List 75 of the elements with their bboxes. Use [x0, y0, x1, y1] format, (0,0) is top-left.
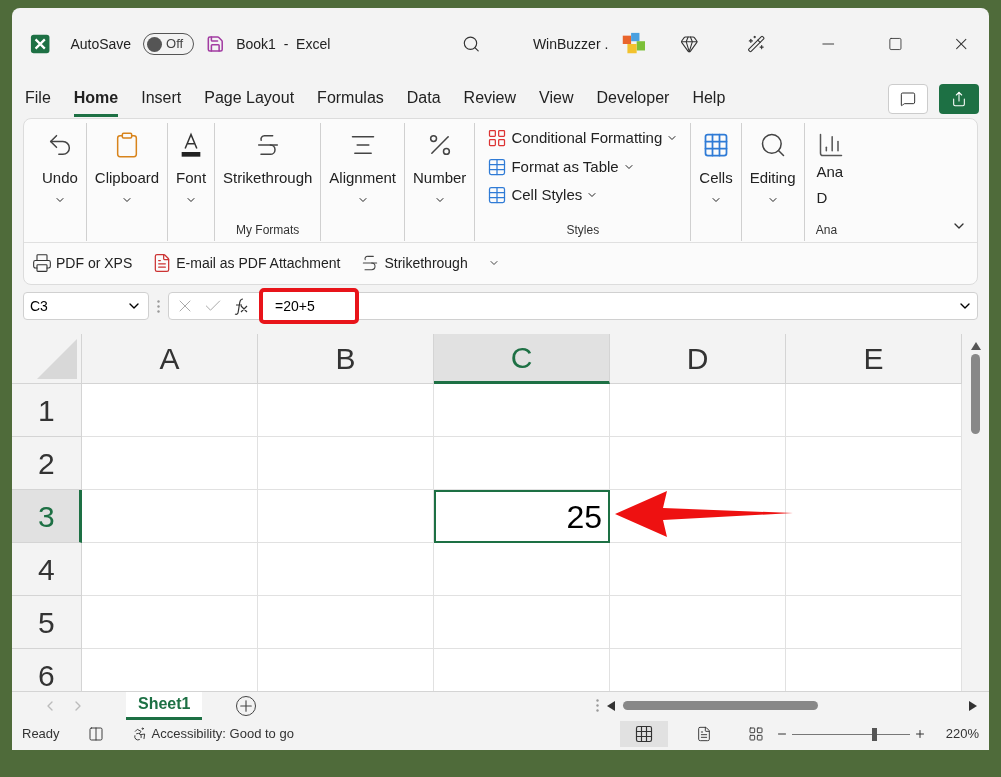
document-title: Book1 - Excel: [236, 34, 331, 54]
ribbon-button[interactable]: Strikethrough: [215, 123, 321, 190]
status-text: Ready: [22, 725, 60, 744]
row-header[interactable]: 4: [12, 543, 82, 596]
table-icon: [487, 156, 508, 177]
ribbon-tab[interactable]: Formulas: [317, 81, 384, 117]
quick-access-button[interactable]: PDF or XPS: [32, 252, 133, 274]
ribbon-button[interactable]: Editing: [741, 123, 804, 206]
scroll-up-icon: [970, 342, 981, 350]
ribbon-button[interactable]: Font: [168, 123, 215, 206]
excel-logo-icon: [30, 33, 51, 55]
diamond-icon[interactable]: [680, 34, 699, 54]
ribbon-menu-button[interactable]: Conditional Formatting: [487, 127, 679, 150]
share-button[interactable]: [939, 84, 979, 114]
group-label: Styles: [565, 222, 601, 239]
zoom-in-icon[interactable]: [913, 728, 926, 740]
accessibility-button[interactable]: Accessibility: Good to go: [131, 724, 294, 744]
row-header[interactable]: 3: [12, 490, 82, 543]
column-header[interactable]: A: [82, 334, 258, 384]
group-label: My Formats: [235, 222, 301, 239]
ribbon-button[interactable]: Number: [405, 123, 475, 206]
ribbon-tab[interactable]: Data: [406, 81, 441, 117]
row-header[interactable]: 1: [12, 384, 82, 437]
ribbon-tab[interactable]: Insert: [141, 81, 182, 117]
comment-icon: [900, 91, 916, 107]
formula-input[interactable]: =20+5: [259, 288, 359, 324]
printer-icon: [32, 253, 52, 273]
zoom-slider-thumb[interactable]: [872, 727, 878, 741]
quick-access-button[interactable]: E-mail as PDF Attachment: [152, 252, 341, 274]
column-header[interactable]: C: [434, 334, 610, 384]
name-box[interactable]: C3: [23, 292, 149, 320]
scroll-left-icon: [607, 700, 615, 711]
maximize-icon[interactable]: [887, 36, 903, 52]
zoom-level: 220%: [945, 725, 979, 744]
wand-icon[interactable]: [746, 34, 766, 54]
accessibility-icon: [131, 726, 148, 742]
row-header[interactable]: 2: [12, 437, 82, 490]
conditional-formatting-icon: [487, 128, 508, 149]
ribbon-menu-button[interactable]: Cell Styles: [487, 184, 679, 207]
quick-access-button[interactable]: Strikethrough: [360, 252, 468, 274]
resize-handle-icon[interactable]: [157, 299, 160, 313]
group-label: Ana: [814, 222, 839, 239]
ribbon-button[interactable]: Alignment: [321, 123, 404, 206]
ribbon-tab[interactable]: View: [539, 81, 574, 117]
ribbon-tab[interactable]: File: [25, 81, 51, 117]
column-header[interactable]: D: [610, 334, 786, 384]
vertical-scrollbar[interactable]: [962, 334, 989, 691]
ribbon-button[interactable]: Ana D: [804, 123, 849, 211]
share-icon: [951, 91, 967, 107]
ribbon-tab[interactable]: Page Layout: [204, 81, 295, 117]
row-header[interactable]: 6: [12, 649, 82, 691]
ribbon-button[interactable]: Undo: [34, 123, 86, 206]
ribbon-tab[interactable]: Developer: [596, 81, 670, 117]
account-name: WinBuzzer .: [532, 34, 609, 54]
horizontal-scrollbar[interactable]: [607, 698, 977, 713]
search-icon[interactable]: [462, 34, 481, 54]
table-cell: 25: [434, 490, 610, 543]
ribbon-tab[interactable]: Help: [692, 81, 726, 117]
comments-button[interactable]: [888, 84, 928, 114]
normal-view-icon[interactable]: [619, 721, 668, 747]
ribbon-tab[interactable]: Review: [463, 81, 517, 117]
scrollbar-thumb[interactable]: [623, 701, 818, 710]
ribbon-menu-button[interactable]: Format as Table: [487, 155, 679, 178]
row-header[interactable]: 5: [12, 596, 82, 649]
sheet-tab[interactable]: Sheet1: [126, 691, 203, 720]
ribbon-button[interactable]: Clipboard: [86, 123, 168, 206]
table-icon: [487, 185, 508, 206]
page-break-icon[interactable]: [747, 726, 764, 742]
save-icon: [205, 34, 225, 54]
scroll-right-icon: [969, 700, 977, 711]
scrollbar-thumb[interactable]: [971, 354, 980, 434]
autosave-label: AutoSave: [70, 34, 132, 54]
split-handle-icon[interactable]: [596, 699, 599, 712]
page-layout-icon[interactable]: [695, 726, 712, 742]
ribbon-button[interactable]: Cells: [691, 123, 741, 206]
